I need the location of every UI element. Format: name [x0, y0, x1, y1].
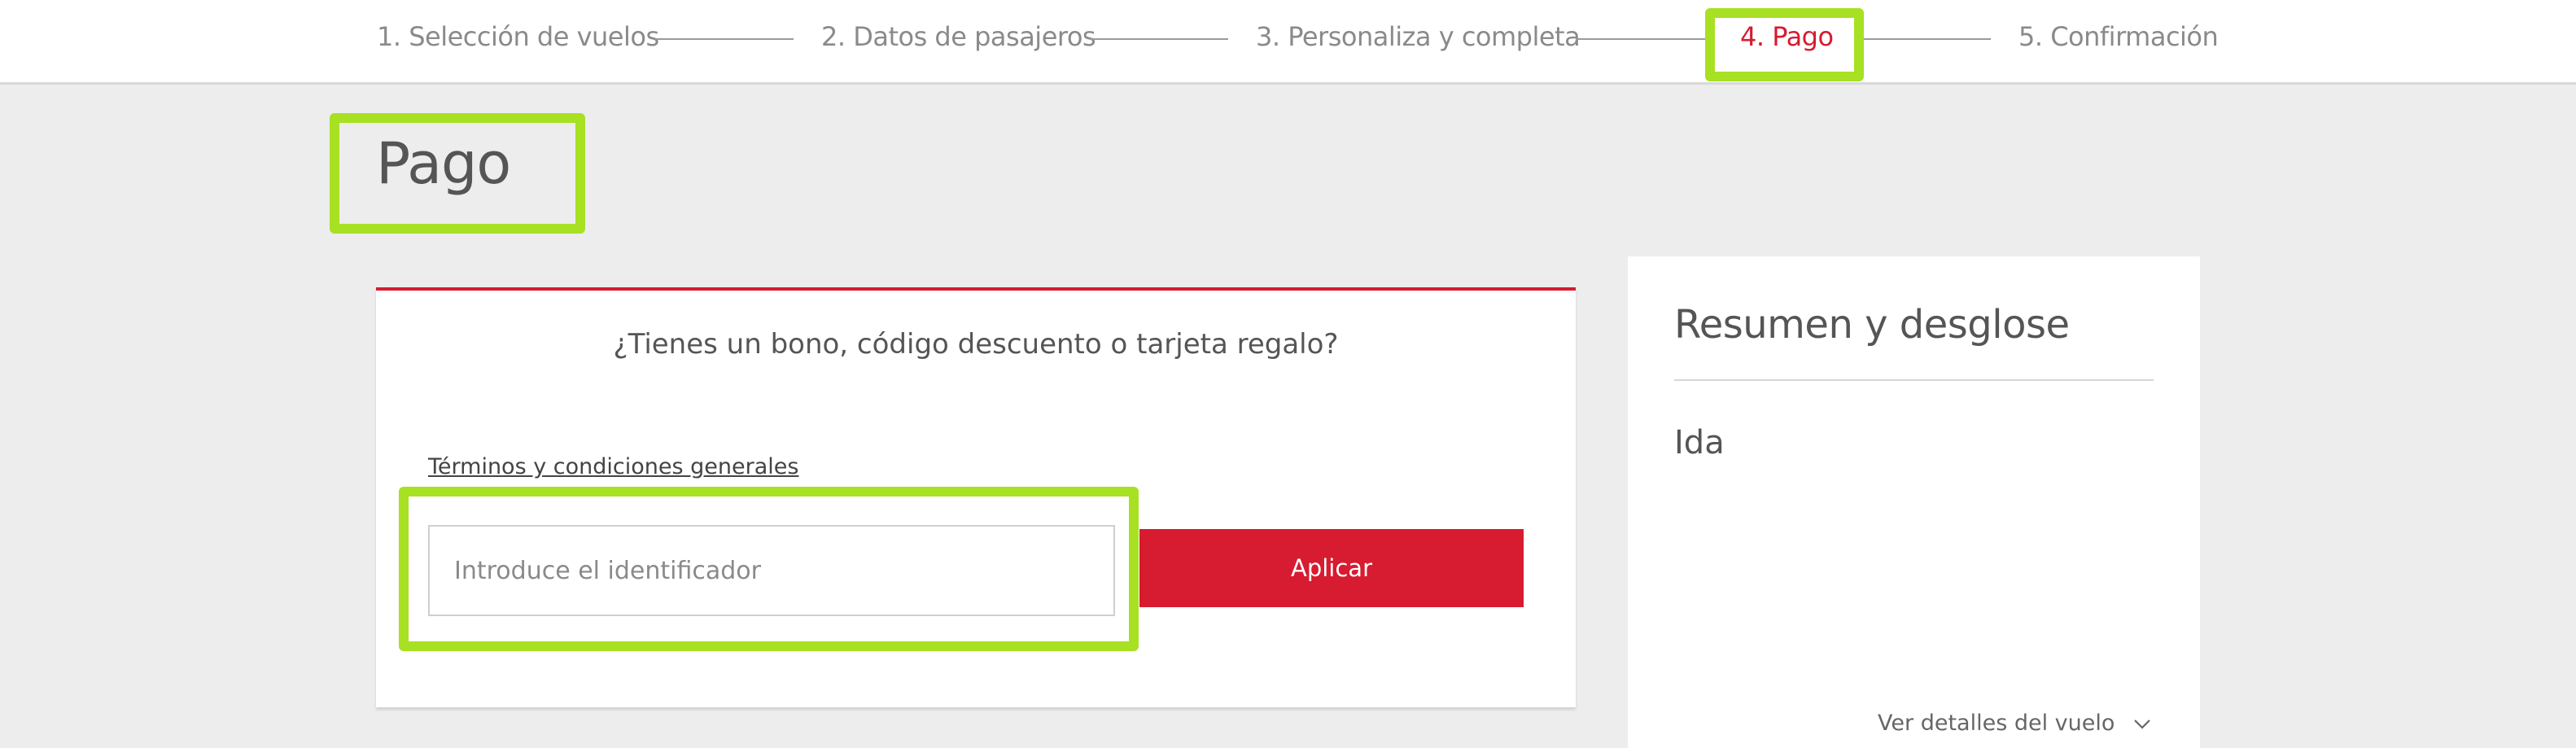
- outbound-leg-label: Ida: [1674, 424, 1725, 461]
- voucher-question: ¿Tienes un bono, código descuento o tarj…: [613, 328, 1339, 361]
- checkout-stepper: 1. Selección de vuelos 2. Datos de pasaj…: [0, 0, 2576, 85]
- highlight-frame: [399, 487, 1139, 651]
- step-connector: [1864, 38, 1991, 40]
- highlight-frame: [330, 113, 585, 234]
- summary-divider: [1674, 379, 2154, 381]
- step-confirmation[interactable]: 5. Confirmación: [2018, 21, 2219, 52]
- step-connector: [655, 38, 794, 40]
- highlight-frame: [1705, 8, 1864, 81]
- flight-details-label: Ver detalles del vuelo: [1878, 711, 2115, 736]
- terms-link[interactable]: Términos y condiciones generales: [428, 454, 798, 479]
- step-connector: [1090, 38, 1228, 40]
- chevron-down-icon: [2134, 719, 2150, 729]
- summary-title: Resumen y desglose: [1674, 302, 2070, 348]
- summary-card: Resumen y desglose Ida Ver detalles del …: [1628, 256, 2200, 748]
- step-connector: [1576, 38, 1706, 40]
- apply-button[interactable]: Aplicar: [1139, 529, 1524, 607]
- step-passenger-data[interactable]: 2. Datos de pasajeros: [821, 21, 1096, 52]
- step-flight-selection[interactable]: 1. Selección de vuelos: [377, 21, 659, 52]
- flight-details-link[interactable]: Ver detalles del vuelo: [1878, 711, 2151, 736]
- step-customize[interactable]: 3. Personaliza y completa: [1256, 21, 1581, 52]
